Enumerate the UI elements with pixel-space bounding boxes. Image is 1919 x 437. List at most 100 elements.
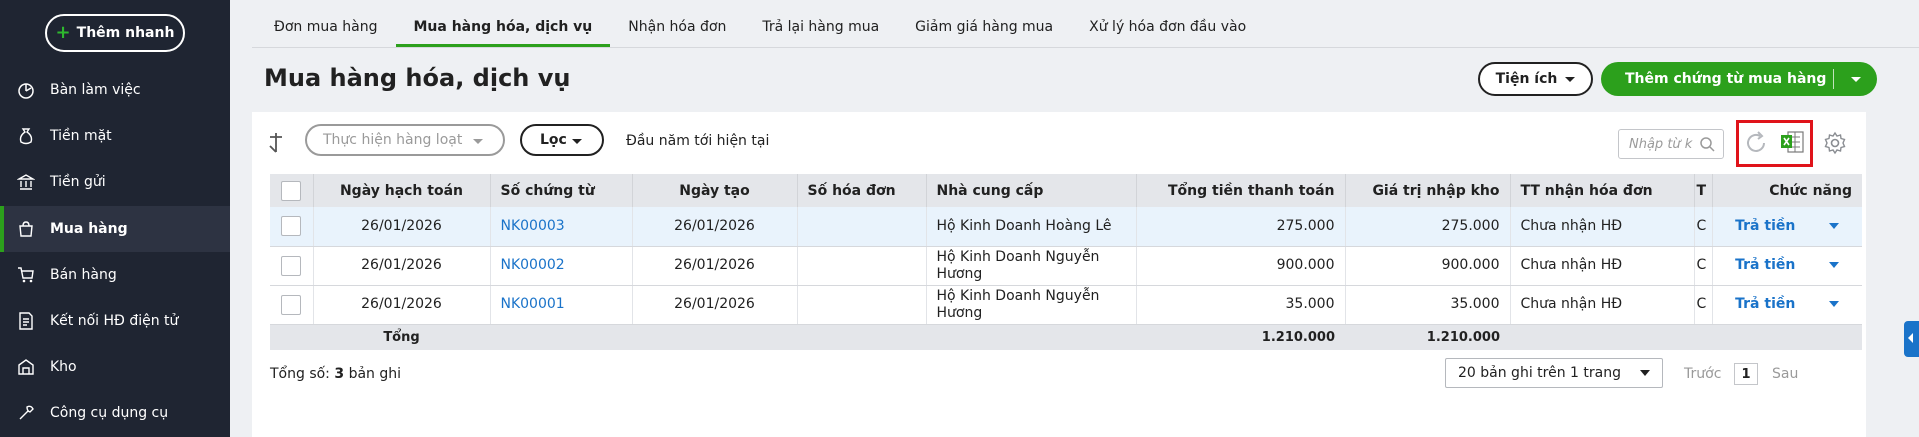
purchase-table: Ngày hạch toán Số chứng từ Ngày tạo Số h… (270, 174, 1862, 350)
dashboard-icon (18, 83, 34, 99)
column-header[interactable]: T (1694, 174, 1713, 207)
voucher-link[interactable]: NK00001 (490, 285, 633, 325)
t-cell: C (1694, 285, 1713, 325)
table-row[interactable]: 26/01/2026 NK00003 26/01/2026 Hộ Kinh Do… (270, 207, 1862, 247)
sidebar-item-label: Kết nối HĐ điện tử (50, 313, 179, 329)
pay-button[interactable]: Trả tiền (1735, 257, 1795, 273)
money-bag-icon (19, 128, 33, 145)
page-size-value: 20 bản ghi trên 1 trang (1458, 365, 1621, 381)
search-placeholder: Nhập từ k (1629, 136, 1693, 152)
tab-purchase-discounts[interactable]: Giảm giá hàng mua (897, 7, 1071, 47)
add-purchase-voucher-button[interactable]: Thêm chứng từ mua hàng (1601, 62, 1877, 96)
chevron-down-icon[interactable] (1829, 262, 1840, 268)
tab-input-invoice-processing[interactable]: Xử lý hóa đơn đầu vào (1071, 7, 1264, 47)
tab-receive-invoice[interactable]: Nhận hóa đơn (610, 7, 744, 47)
sort-icon[interactable] (268, 132, 288, 154)
tab-purchase-returns[interactable]: Trả lại hàng mua (744, 7, 897, 47)
gear-icon[interactable] (1822, 130, 1848, 156)
chevron-down-icon[interactable] (1851, 77, 1861, 82)
chevron-down-icon[interactable] (1829, 222, 1840, 229)
sidebar-item-tools[interactable]: Công cụ dụng cụ (0, 390, 230, 436)
quick-add-button[interactable]: + Thêm nhanh (45, 14, 185, 52)
column-header[interactable]: Ngày hạch toán (313, 174, 491, 207)
batch-action-select[interactable]: Thực hiện hàng loạt (305, 124, 505, 156)
sidebar-item-purchasing[interactable]: Mua hàng (0, 206, 230, 252)
invoice-no-cell (797, 246, 927, 286)
sidebar-item-label: Công cụ dụng cụ (50, 405, 169, 421)
refresh-icon[interactable] (1743, 130, 1769, 156)
stock-value-cell: 900.000 (1345, 246, 1511, 286)
utilities-button[interactable]: Tiện ích (1478, 62, 1593, 96)
sidebar-item-label: Kho (50, 359, 77, 375)
collapse-panel-tab[interactable] (1904, 321, 1919, 357)
period-text[interactable]: Đầu năm tới hiện tại (626, 133, 769, 149)
record-count-value: 3 (334, 366, 345, 382)
action-cell: Trả tiền (1712, 285, 1862, 325)
column-header[interactable]: Giá trị nhập kho (1345, 174, 1511, 207)
invoice-no-cell (797, 285, 927, 325)
search-icon (1700, 137, 1715, 152)
next-page-button[interactable]: Sau (1772, 366, 1798, 382)
voucher-link[interactable]: NK00002 (490, 246, 633, 286)
record-count: Tổng số: 3 bản ghi (270, 366, 401, 382)
prev-page-button[interactable]: Trước (1684, 366, 1721, 382)
chevron-down-icon (572, 139, 582, 144)
current-page[interactable]: 1 (1734, 363, 1758, 385)
sidebar-item-dashboard[interactable]: Bàn làm việc (0, 67, 230, 113)
chevron-down-icon (1565, 76, 1576, 82)
sidebar-item-label: Mua hàng (50, 221, 128, 237)
sidebar-item-deposits[interactable]: Tiền gửi (0, 159, 230, 205)
sidebar-item-e-invoice[interactable]: Kết nối HĐ điện tử (0, 298, 230, 344)
table-row[interactable]: 26/01/2026 NK00002 26/01/2026 Hộ Kinh Do… (270, 246, 1862, 286)
column-header[interactable]: Số chứng từ (490, 174, 633, 207)
page-size-select[interactable]: 20 bản ghi trên 1 trang (1445, 358, 1663, 388)
column-header[interactable]: Ngày tạo (632, 174, 798, 207)
sidebar-item-label: Bán hàng (50, 267, 117, 283)
batch-action-placeholder: Thực hiện hàng loạt (323, 132, 463, 148)
totals-row: Tổng 1.210.000 1.210.000 (270, 324, 1862, 350)
chevron-down-icon[interactable] (1829, 301, 1840, 307)
page-title: Mua hàng hóa, dịch vụ (264, 64, 571, 92)
posting-date-cell: 26/01/2026 (313, 246, 491, 286)
tab-purchase-goods-services[interactable]: Mua hàng hóa, dịch vụ (395, 7, 611, 47)
sidebar-item-label: Bàn làm việc (50, 82, 141, 98)
created-date-cell: 26/01/2026 (632, 207, 798, 247)
sidebar-item-label: Tiền gửi (50, 174, 106, 190)
action-cell: Trả tiền (1712, 207, 1862, 247)
chevron-down-icon (473, 139, 483, 144)
column-header: Chức năng (1712, 174, 1862, 207)
sidebar-item-warehouse[interactable]: Kho (0, 344, 230, 390)
shopping-bag-icon (19, 221, 33, 237)
supplier-cell: Hộ Kinh Doanh Nguyễn Hương (926, 246, 1137, 286)
sidebar: + Thêm nhanh Bàn làm việc Tiền mặt Tiền … (0, 0, 230, 437)
select-all-header (270, 174, 314, 207)
excel-export-icon[interactable] (1779, 129, 1805, 155)
row-select-cell (270, 207, 314, 247)
sidebar-item-sales[interactable]: Bán hàng (0, 252, 230, 298)
filter-button[interactable]: Lọc (520, 124, 604, 156)
row-checkbox[interactable] (281, 294, 302, 315)
chevron-down-icon (1640, 370, 1650, 376)
row-checkbox[interactable] (281, 216, 302, 237)
quick-add-label: Thêm nhanh (76, 25, 175, 41)
tab-purchase-orders[interactable]: Đơn mua hàng (256, 7, 396, 47)
supplier-cell: Hộ Kinh Doanh Nguyễn Hương (926, 285, 1137, 325)
column-header[interactable]: Tổng tiền thanh toán (1136, 174, 1346, 207)
row-checkbox[interactable] (281, 255, 302, 276)
pay-button[interactable]: Trả tiền (1735, 218, 1795, 234)
created-date-cell: 26/01/2026 (632, 246, 798, 286)
sidebar-item-cash[interactable]: Tiền mặt (0, 113, 230, 159)
voucher-link[interactable]: NK00003 (490, 207, 633, 247)
record-count-suffix: bản ghi (348, 366, 402, 382)
search-input[interactable]: Nhập từ k (1618, 129, 1724, 159)
tools-icon (19, 405, 34, 420)
sidebar-item-label: Tiền mặt (50, 128, 112, 144)
total-cell: 900.000 (1136, 246, 1346, 286)
column-header[interactable]: TT nhận hóa đơn (1510, 174, 1695, 207)
column-header[interactable]: Số hóa đơn (797, 174, 927, 207)
pay-button[interactable]: Trả tiền (1735, 296, 1795, 312)
t-cell: C (1694, 207, 1713, 247)
column-header[interactable]: Nhà cung cấp (926, 174, 1137, 207)
table-row[interactable]: 26/01/2026 NK00001 26/01/2026 Hộ Kinh Do… (270, 285, 1862, 325)
select-all-checkbox[interactable] (281, 180, 302, 201)
